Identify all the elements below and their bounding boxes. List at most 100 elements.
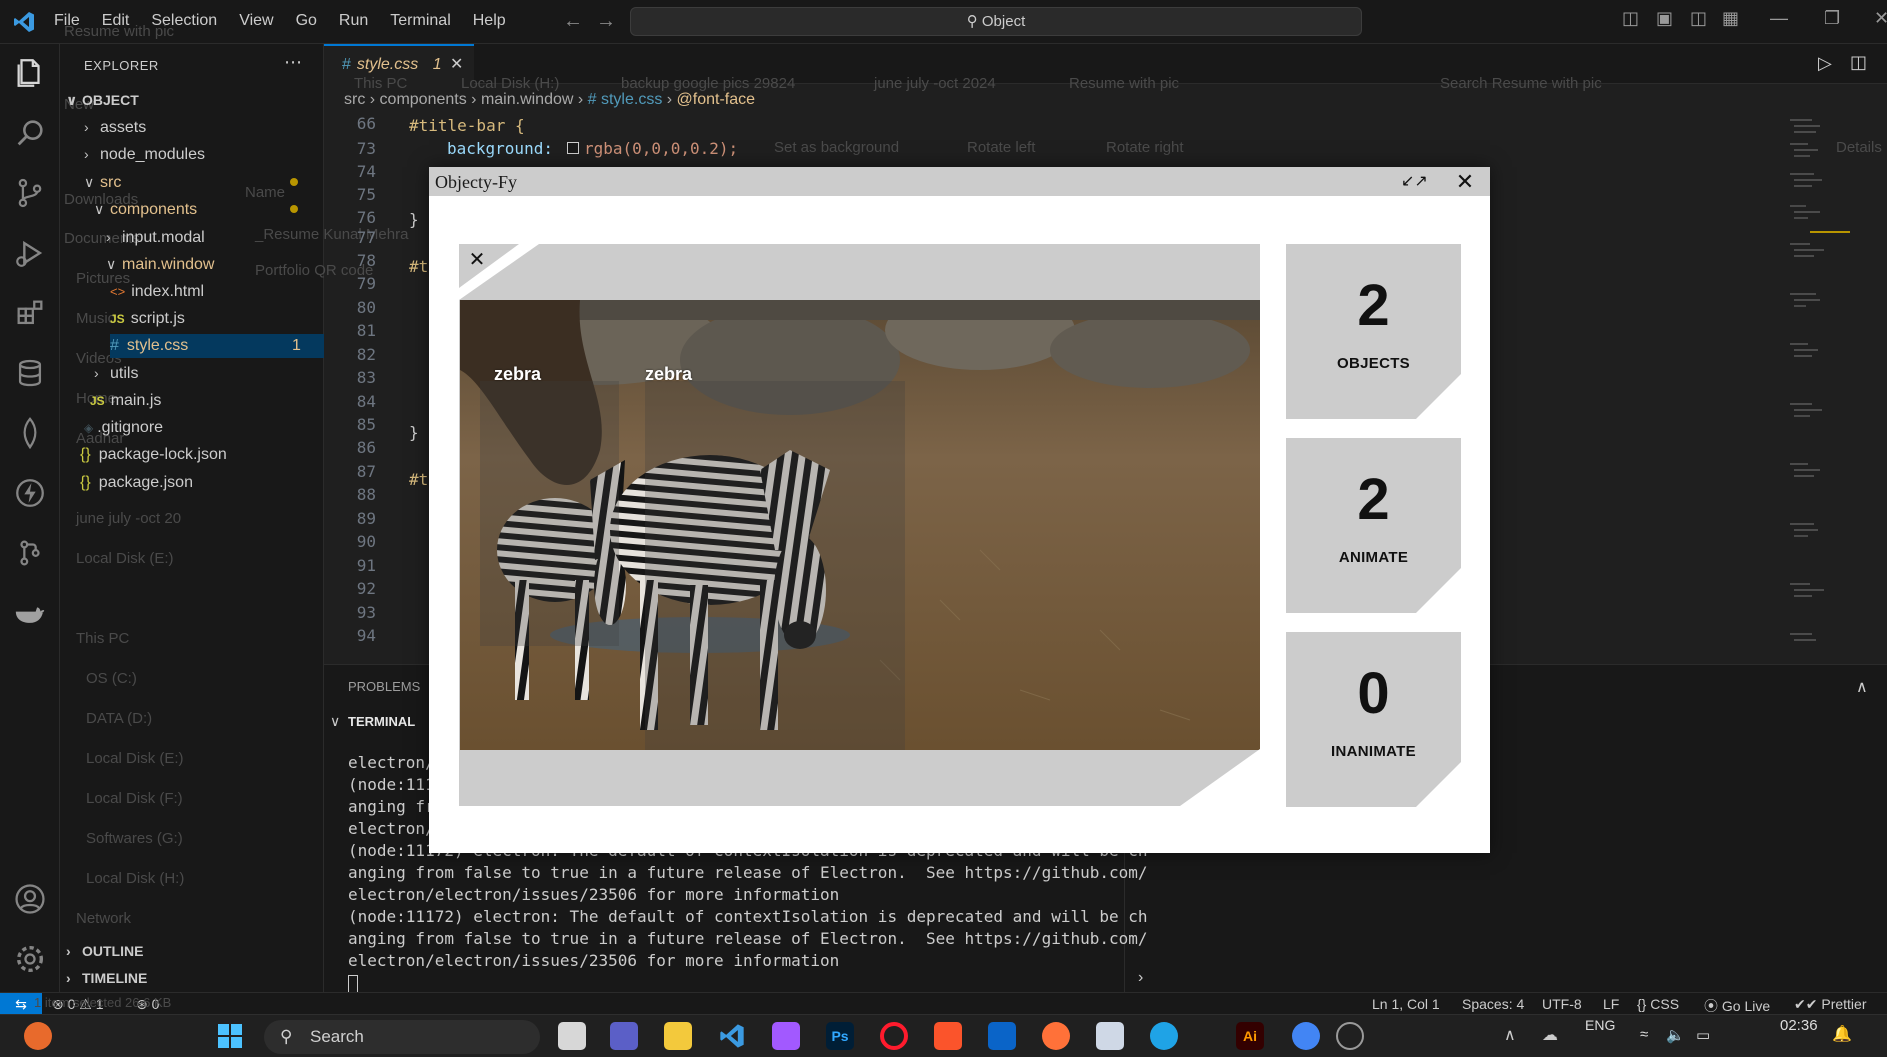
electron-icon[interactable] xyxy=(1336,1022,1364,1050)
taskbar-search[interactable]: ⚲ Search xyxy=(264,1020,540,1054)
tree-item-gitignore[interactable]: ◈ .gitignore xyxy=(84,416,163,440)
database-icon[interactable] xyxy=(13,356,47,390)
tree-item-main-js[interactable]: JS main.js xyxy=(90,389,161,413)
tree-item-package-json[interactable]: {} package.json xyxy=(80,471,193,495)
command-center[interactable]: ⚲ Object xyxy=(630,7,1362,36)
brave-icon[interactable] xyxy=(934,1022,962,1050)
thunder-client-icon[interactable] xyxy=(13,476,47,510)
tree-item-script-js[interactable]: JS script.js xyxy=(110,307,185,331)
task-view-icon[interactable] xyxy=(558,1022,586,1050)
tab-problems[interactable]: PROBLEMS xyxy=(348,679,420,694)
tree-item-index-html[interactable]: <> index.html xyxy=(110,280,204,304)
tab-terminal[interactable]: TERMINAL xyxy=(348,714,415,729)
go-live-button[interactable]: ⦿ Go Live xyxy=(1704,996,1770,1016)
tree-item-utils[interactable]: › utils xyxy=(94,361,138,385)
tree-item-input-modal[interactable]: › input.modal xyxy=(106,225,205,249)
tree-item-label: index.html xyxy=(131,283,205,300)
minimize-arrows-icon[interactable]: ↙↗ xyxy=(1401,170,1428,194)
tree-item-node-modules[interactable]: › node_modules xyxy=(84,142,205,166)
toggle-panel-icon[interactable]: ▣ xyxy=(1656,8,1673,29)
teams-icon[interactable] xyxy=(610,1022,638,1050)
timeline-section[interactable]: › TIMELINE xyxy=(66,966,147,990)
docker-icon[interactable] xyxy=(13,596,47,630)
cursor-position[interactable]: Ln 1, Col 1 xyxy=(1372,996,1440,1012)
illustrator-icon[interactable]: Ai xyxy=(1236,1022,1264,1050)
vscode-taskbar-icon[interactable] xyxy=(718,1022,746,1050)
language-mode[interactable]: {} CSS xyxy=(1637,996,1679,1012)
minimap[interactable] xyxy=(1790,114,1850,664)
eol-status[interactable]: LF xyxy=(1603,996,1619,1012)
wifi-icon[interactable]: ≈ xyxy=(1640,1026,1648,1043)
weather-widget-icon[interactable] xyxy=(24,1022,52,1050)
minimize-icon[interactable]: — xyxy=(1770,8,1788,29)
account-icon[interactable] xyxy=(13,882,47,916)
language-indicator[interactable]: ENG xyxy=(1585,1017,1615,1033)
crumb-src[interactable]: src xyxy=(344,91,365,108)
menu-go[interactable]: Go xyxy=(296,12,317,30)
close-icon[interactable]: ✕ xyxy=(1453,170,1477,194)
source-control-icon[interactable] xyxy=(13,176,47,210)
chevron-right-icon[interactable]: › xyxy=(1138,969,1143,987)
split-editor-icon[interactable]: ◫ xyxy=(1850,52,1867,73)
encoding-status[interactable]: UTF-8 xyxy=(1542,996,1582,1012)
notification-icon[interactable]: 🔔 xyxy=(1832,1024,1852,1044)
explorer-icon[interactable] xyxy=(13,56,47,90)
run-debug-icon[interactable] xyxy=(13,236,47,270)
toggle-secondary-sidebar-icon[interactable]: ◫ xyxy=(1690,8,1707,29)
app-icon[interactable] xyxy=(1096,1022,1124,1050)
restore-icon[interactable]: ❐ xyxy=(1824,8,1840,29)
root-folder[interactable]: ∨ OBJECT xyxy=(66,88,139,112)
windows-start-icon[interactable] xyxy=(216,1022,244,1050)
color-swatch[interactable] xyxy=(567,142,579,154)
prettier-status[interactable]: ✔✔ Prettier xyxy=(1794,996,1866,1013)
crumb-components[interactable]: components xyxy=(380,91,467,108)
mongodb-leaf-icon[interactable] xyxy=(13,416,47,450)
volume-icon[interactable]: 🔈 xyxy=(1666,1026,1685,1044)
menu-run[interactable]: Run xyxy=(339,12,368,30)
figma-icon[interactable] xyxy=(772,1022,800,1050)
tree-item-style-css[interactable]: # style.css 1 xyxy=(110,334,324,358)
menu-help[interactable]: Help xyxy=(473,12,506,30)
run-icon[interactable]: ▷ xyxy=(1818,53,1832,74)
line-number: 92 xyxy=(356,579,376,598)
maximize-panel-icon[interactable]: ∧ xyxy=(1856,677,1868,697)
more-actions-icon[interactable]: ⋯ xyxy=(284,52,302,73)
tree-item-assets[interactable]: › assets xyxy=(84,115,146,139)
extensions-icon[interactable] xyxy=(13,296,47,330)
battery-icon[interactable]: ▭ xyxy=(1696,1026,1710,1044)
opera-icon[interactable] xyxy=(880,1022,908,1050)
file-explorer-icon[interactable] xyxy=(664,1022,692,1050)
close-window-icon[interactable]: ✕ xyxy=(1874,8,1887,29)
clear-image-icon[interactable]: ✕ xyxy=(465,248,489,272)
modal-title-bar[interactable]: Objecty-Fy ↙↗ ✕ xyxy=(429,167,1490,196)
menu-terminal[interactable]: Terminal xyxy=(390,12,450,30)
toggle-sidebar-icon[interactable]: ◫ xyxy=(1622,8,1639,29)
chevron-down-icon[interactable]: ∨ xyxy=(330,713,340,730)
photoshop-icon[interactable]: Ps xyxy=(826,1022,854,1050)
outline-section[interactable]: › OUTLINE xyxy=(66,939,143,963)
crumb-style-css[interactable]: # style.css xyxy=(588,91,663,108)
customize-layout-icon[interactable]: ▦ xyxy=(1722,8,1739,29)
crumb-font-face[interactable]: @font-face xyxy=(677,91,756,108)
settings-gear-icon[interactable] xyxy=(13,942,47,976)
search-icon[interactable] xyxy=(13,116,47,150)
edge-icon[interactable] xyxy=(1150,1022,1178,1050)
chrome-icon[interactable] xyxy=(1292,1022,1320,1050)
outlook-icon[interactable] xyxy=(988,1022,1016,1050)
onedrive-icon[interactable]: ☁ xyxy=(1542,1025,1558,1045)
crumb-main-window[interactable]: main.window xyxy=(481,91,573,108)
tray-chevron-icon[interactable]: ∧ xyxy=(1504,1025,1516,1045)
menu-view[interactable]: View xyxy=(239,12,273,30)
tree-item-package-lock[interactable]: {} package-lock.json xyxy=(80,443,227,467)
back-arrow-icon[interactable]: ← xyxy=(563,10,583,33)
git-graph-icon[interactable] xyxy=(13,536,47,570)
tree-item-src[interactable]: ∨ src xyxy=(84,170,121,194)
chevron-right-icon: › xyxy=(66,970,71,986)
tree-item-components[interactable]: ∨ components xyxy=(94,197,197,221)
indent-status[interactable]: Spaces: 4 xyxy=(1462,996,1524,1012)
line-number: 93 xyxy=(356,603,376,622)
forward-arrow-icon[interactable]: → xyxy=(596,10,616,33)
tree-item-main-window[interactable]: ∨ main.window xyxy=(106,252,214,276)
firefox-icon[interactable] xyxy=(1042,1022,1070,1050)
clock[interactable]: 02:36 xyxy=(1780,1017,1818,1034)
